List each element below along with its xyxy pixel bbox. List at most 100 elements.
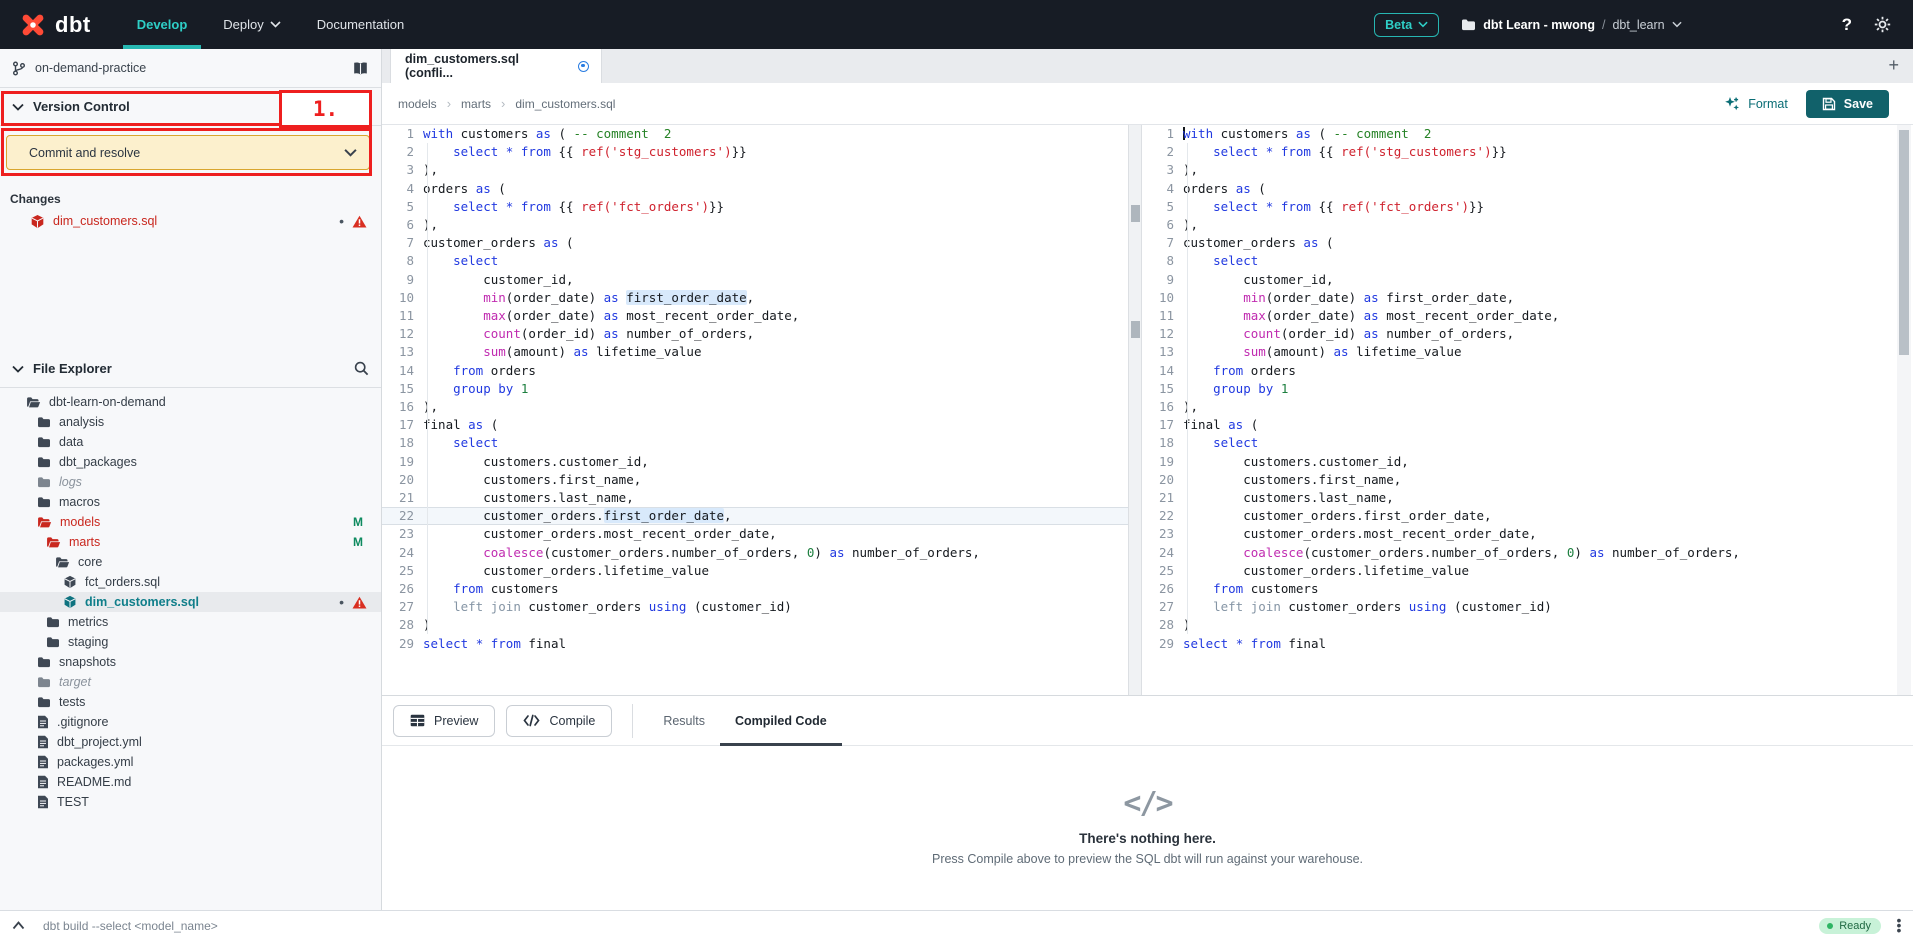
chevron-down-icon[interactable] xyxy=(344,148,357,157)
code-line[interactable]: 22 customer_orders.first_order_date, xyxy=(1142,507,1879,525)
code-line[interactable]: 14 from orders xyxy=(1142,362,1879,380)
code-line[interactable]: 19 customers.customer_id, xyxy=(382,453,1128,471)
code-line[interactable]: 1with customers as ( -- comment 2 xyxy=(382,125,1128,143)
new-tab-button[interactable]: + xyxy=(1888,55,1899,75)
tree-item-macros[interactable]: macros xyxy=(0,492,381,512)
search-icon[interactable] xyxy=(354,361,369,376)
scrollbar-thumb[interactable] xyxy=(1899,130,1909,355)
code-line[interactable]: 15 group by 1 xyxy=(382,380,1128,398)
commit-and-resolve-button[interactable]: Commit and resolve xyxy=(6,135,370,170)
code-line[interactable]: 9 customer_id, xyxy=(1142,271,1879,289)
code-line[interactable]: 26 from customers xyxy=(382,580,1128,598)
code-line[interactable]: 13 sum(amount) as lifetime_value xyxy=(382,343,1128,361)
tree-item-core[interactable]: core xyxy=(0,552,381,572)
code-line[interactable]: 24 coalesce(customer_orders.number_of_or… xyxy=(382,544,1128,562)
version-control-header[interactable]: Version Control xyxy=(0,88,381,126)
code-line[interactable]: 11 max(order_date) as most_recent_order_… xyxy=(1142,307,1879,325)
code-line[interactable]: 29select * from final xyxy=(382,635,1128,653)
tree-item-dbt_project.yml[interactable]: dbt_project.yml xyxy=(0,732,381,752)
tab-compiled-code[interactable]: Compiled Code xyxy=(735,696,827,746)
code-line[interactable]: 18 select xyxy=(382,434,1128,452)
code-line[interactable]: 20 customers.first_name, xyxy=(1142,471,1879,489)
git-branch-row[interactable]: on-demand-practice xyxy=(0,49,381,88)
code-line[interactable]: 10 min(order_date) as first_order_date, xyxy=(382,289,1128,307)
code-line[interactable]: 29select * from final xyxy=(1142,635,1879,653)
tree-item-dbt_packages[interactable]: dbt_packages xyxy=(0,452,381,472)
tree-item-staging[interactable]: staging xyxy=(0,632,381,652)
tree-item-marts[interactable]: martsM xyxy=(0,532,381,552)
kebab-menu-icon[interactable]: ••• xyxy=(1893,918,1905,933)
code-line[interactable]: 25 customer_orders.lifetime_value xyxy=(382,562,1128,580)
code-line[interactable]: 9 customer_id, xyxy=(382,271,1128,289)
code-line[interactable]: 7customer_orders as ( xyxy=(382,234,1128,252)
code-line[interactable]: 8 select xyxy=(382,252,1128,270)
tree-item-dbt-learn-on-demand[interactable]: dbt-learn-on-demand xyxy=(0,392,381,412)
dbt-logo[interactable]: dbt xyxy=(18,10,91,40)
code-line[interactable]: 7customer_orders as ( xyxy=(1142,234,1879,252)
code-line[interactable]: 2 select * from {{ ref('stg_customers')}… xyxy=(1142,143,1879,161)
code-line[interactable]: 8 select xyxy=(1142,252,1879,270)
chevron-up-icon[interactable] xyxy=(12,921,25,930)
code-line[interactable]: 21 customers.last_name, xyxy=(382,489,1128,507)
code-line[interactable]: 15 group by 1 xyxy=(1142,380,1879,398)
code-line[interactable]: 26 from customers xyxy=(1142,580,1879,598)
command-input[interactable]: dbt build --select <model_name> xyxy=(43,919,218,933)
code-line[interactable]: 27 left join customer_orders using (cust… xyxy=(1142,598,1879,616)
code-line[interactable]: 18 select xyxy=(1142,434,1879,452)
code-line[interactable]: 3), xyxy=(1142,161,1879,179)
code-line[interactable]: 12 count(order_id) as number_of_orders, xyxy=(1142,325,1879,343)
code-line[interactable]: 2 select * from {{ ref('stg_customers')}… xyxy=(382,143,1128,161)
tree-item-TEST[interactable]: TEST xyxy=(0,792,381,812)
code-line[interactable]: 4orders as ( xyxy=(1142,180,1879,198)
code-line[interactable]: 10 min(order_date) as first_order_date, xyxy=(1142,289,1879,307)
code-line[interactable]: 16), xyxy=(1142,398,1879,416)
tree-item-metrics[interactable]: metrics xyxy=(0,612,381,632)
tab-results[interactable]: Results xyxy=(663,696,705,746)
tree-item-fct_orders.sql[interactable]: fct_orders.sql xyxy=(0,572,381,592)
changed-file-row[interactable]: dim_customers.sql • xyxy=(0,210,381,232)
code-line[interactable]: 17final as ( xyxy=(382,416,1128,434)
code-line[interactable]: 14 from orders xyxy=(382,362,1128,380)
book-icon[interactable] xyxy=(352,61,369,76)
code-line[interactable]: 1with customers as ( -- comment 2 xyxy=(1142,125,1879,143)
preview-button[interactable]: Preview xyxy=(393,705,495,737)
code-line[interactable]: 17final as ( xyxy=(1142,416,1879,434)
code-line[interactable]: 5 select * from {{ ref('fct_orders')}} xyxy=(382,198,1128,216)
code-line[interactable]: 23 customer_orders.most_recent_order_dat… xyxy=(1142,525,1879,543)
account-breadcrumb[interactable]: dbt Learn - mwong / dbt_learn xyxy=(1461,18,1681,32)
breadcrumb-models[interactable]: models xyxy=(398,97,437,111)
breadcrumb-file[interactable]: dim_customers.sql xyxy=(515,97,615,111)
code-line[interactable]: 20 customers.first_name, xyxy=(382,471,1128,489)
code-line[interactable]: 11 max(order_date) as most_recent_order_… xyxy=(382,307,1128,325)
tree-item-analysis[interactable]: analysis xyxy=(0,412,381,432)
breadcrumb-marts[interactable]: marts xyxy=(461,97,491,111)
file-explorer-header[interactable]: File Explorer xyxy=(0,350,381,388)
beta-badge[interactable]: Beta xyxy=(1374,13,1439,37)
tree-item-dim_customers.sql[interactable]: dim_customers.sql• xyxy=(0,592,381,612)
editor-pane-left[interactable]: 1with customers as ( -- comment 22 selec… xyxy=(382,125,1128,695)
code-line[interactable]: 25 customer_orders.lifetime_value xyxy=(1142,562,1879,580)
save-button[interactable]: Save xyxy=(1806,90,1889,118)
compile-button[interactable]: Compile xyxy=(506,705,612,737)
code-line[interactable]: 28) xyxy=(382,616,1128,634)
editor-pane-right[interactable]: 1with customers as ( -- comment 22 selec… xyxy=(1142,125,1879,695)
tree-item-README.md[interactable]: README.md xyxy=(0,772,381,792)
format-button[interactable]: Format xyxy=(1724,96,1788,112)
code-line[interactable]: 13 sum(amount) as lifetime_value xyxy=(1142,343,1879,361)
tree-item-.gitignore[interactable]: .gitignore xyxy=(0,712,381,732)
tree-item-target[interactable]: target xyxy=(0,672,381,692)
code-line[interactable]: 4orders as ( xyxy=(382,180,1128,198)
help-icon[interactable]: ? xyxy=(1842,15,1852,35)
code-line[interactable]: 5 select * from {{ ref('fct_orders')}} xyxy=(1142,198,1879,216)
code-line[interactable]: 3), xyxy=(382,161,1128,179)
code-line[interactable]: 22 customer_orders.first_order_date, xyxy=(382,507,1128,525)
tree-item-tests[interactable]: tests xyxy=(0,692,381,712)
nav-develop[interactable]: Develop xyxy=(133,0,192,49)
code-line[interactable]: 28) xyxy=(1142,616,1879,634)
nav-documentation[interactable]: Documentation xyxy=(313,0,408,49)
tree-item-models[interactable]: modelsM xyxy=(0,512,381,532)
tree-item-packages.yml[interactable]: packages.yml xyxy=(0,752,381,772)
code-line[interactable]: 6), xyxy=(382,216,1128,234)
code-line[interactable]: 12 count(order_id) as number_of_orders, xyxy=(382,325,1128,343)
code-line[interactable]: 23 customer_orders.most_recent_order_dat… xyxy=(382,525,1128,543)
